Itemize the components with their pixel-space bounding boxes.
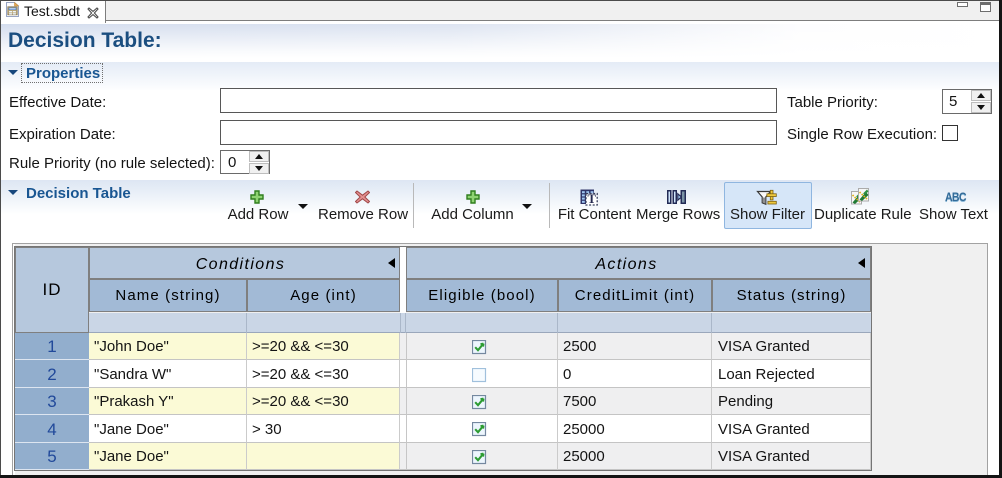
svg-text:T: T xyxy=(588,192,597,206)
